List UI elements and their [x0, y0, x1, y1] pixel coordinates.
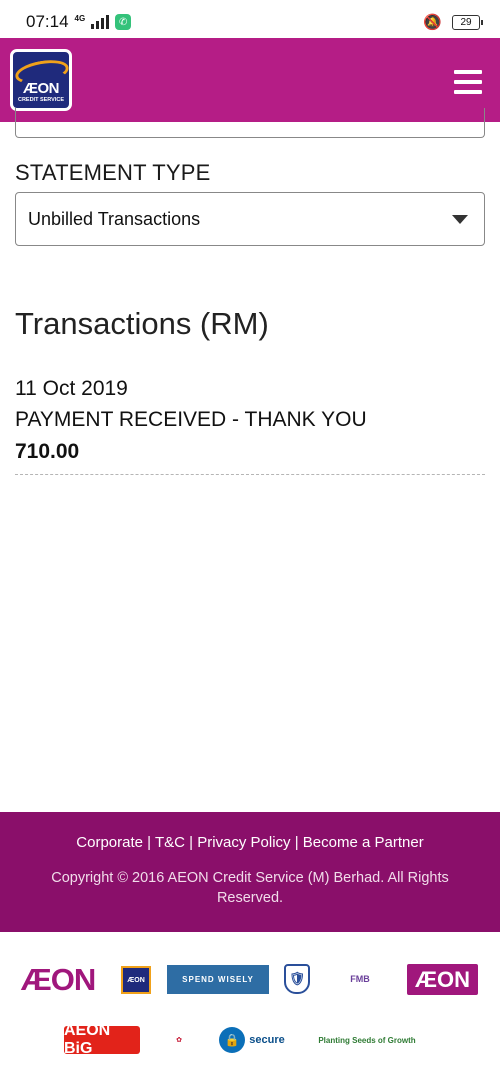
footer-separator: |	[184, 834, 198, 851]
transactions-title: Transactions (RM)	[15, 306, 269, 341]
logo-text: ÆON	[23, 80, 60, 97]
footer-separator: |	[290, 834, 303, 851]
aeon-logo[interactable]: ÆON	[10, 962, 106, 998]
charity-logo-icon[interactable]: ✿	[158, 1024, 200, 1056]
aeon-credit-service-logo[interactable]: ÆON	[121, 966, 151, 994]
transaction-amount: 710.00	[15, 440, 80, 463]
secure-text: secure	[249, 1034, 285, 1046]
aeon-logo-2[interactable]: ÆON	[407, 964, 478, 995]
battery-level: 29	[460, 16, 472, 28]
fmb-logo[interactable]: FMB	[326, 964, 394, 994]
battery-icon: 29	[452, 14, 483, 30]
lock-icon: 🔒	[219, 1027, 246, 1053]
status-right: 🔕 29	[423, 13, 483, 31]
statement-type-label: STATEMENT TYPE	[15, 160, 211, 185]
previous-select-field[interactable]	[15, 108, 485, 138]
transaction-description: PAYMENT RECEIVED - THANK YOU	[15, 408, 367, 431]
notifications-off-icon: 🔕	[423, 14, 442, 31]
footer-links: Corporate | T&C | Privacy Policy | Becom…	[0, 834, 500, 851]
transaction-row: 11 Oct 2019 PAYMENT RECEIVED - THANK YOU…	[15, 374, 485, 475]
footer-link-become-partner[interactable]: Become a Partner	[303, 834, 424, 851]
aeon-big-logo[interactable]: AEON BiG	[64, 1022, 140, 1057]
footer-separator: |	[143, 834, 155, 851]
aeon-credit-logo[interactable]: ÆON CREDIT SERVICE	[10, 49, 72, 111]
hamburger-menu-icon[interactable]	[454, 70, 482, 94]
statement-type-select[interactable]: Unbilled Transactions	[15, 192, 485, 246]
globalsign-secure-logo[interactable]: 🔒 secure	[214, 1023, 290, 1057]
footer-link-privacy-policy[interactable]: Privacy Policy	[197, 834, 290, 851]
footer-link-corporate[interactable]: Corporate	[76, 834, 143, 851]
status-time: 07:14	[26, 12, 69, 31]
footer-link-tc[interactable]: T&C	[155, 834, 185, 851]
footer: Corporate | T&C | Privacy Policy | Becom…	[0, 812, 500, 932]
shield-logo-icon[interactable]: 🛡	[284, 964, 310, 994]
logo-subtext: CREDIT SERVICE	[17, 97, 65, 103]
signal-icon	[91, 15, 110, 29]
status-left: 07:14 4G ✆	[26, 12, 132, 32]
transaction-date: 11 Oct 2019	[15, 377, 128, 400]
planting-seeds-logo[interactable]: Planting Seeds of Growth	[306, 1024, 428, 1056]
statement-type-value: Unbilled Transactions	[28, 208, 201, 229]
footer-copyright: Copyright © 2016 AEON Credit Service (M)…	[51, 870, 449, 906]
caret-down-icon	[452, 214, 468, 224]
network-type: 4G	[74, 13, 86, 23]
page: 07:14 4G ✆ 🔕 29 ÆON CREDIT SERVICE STATE…	[0, 0, 500, 1083]
spend-wisely-logo[interactable]: SPEND WISELY	[167, 965, 269, 994]
app-notification-icon: ✆	[115, 14, 132, 30]
partner-logos: ÆON ÆON SPEND WISELY 🛡 FMB ÆON AEON BiG …	[0, 932, 500, 1083]
